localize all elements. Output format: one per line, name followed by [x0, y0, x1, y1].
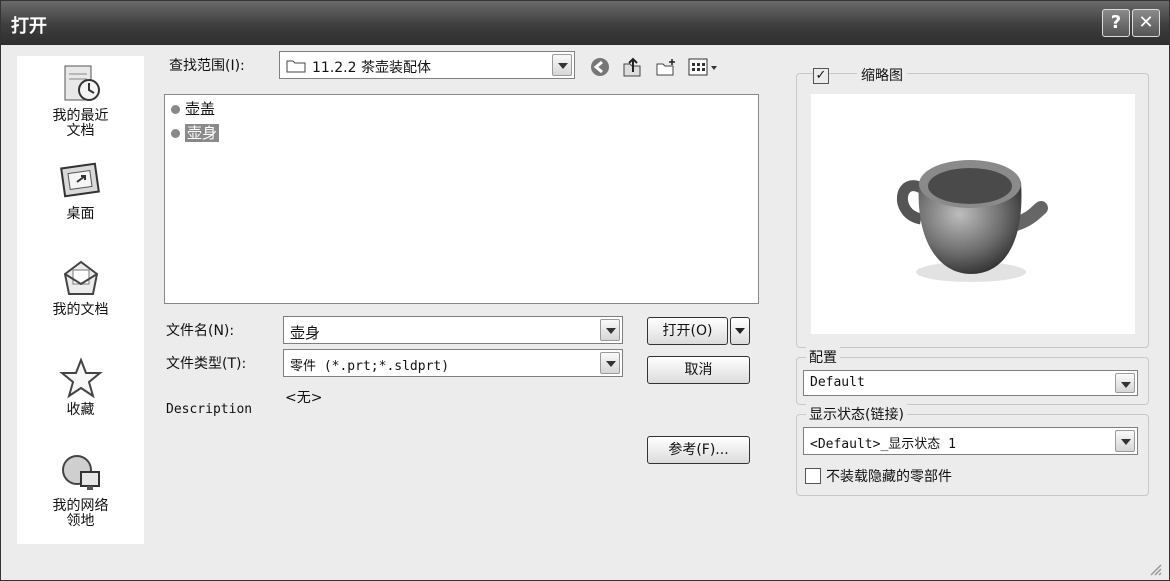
- lookin-value: 11.2.2 茶壶装配体: [312, 60, 431, 76]
- hidden-components-label: 不装载隐藏的零部件: [826, 469, 952, 485]
- folder-icon: [286, 60, 306, 73]
- new-folder-icon[interactable]: [655, 56, 677, 78]
- thumbnail-preview: [811, 94, 1135, 334]
- thumbnail-label: 缩略图: [857, 65, 907, 85]
- network-places-icon: [61, 455, 100, 490]
- filetype-value: 零件 (*.prt;*.sldprt): [290, 359, 450, 374]
- place-network[interactable]: 我的网络 领地: [17, 452, 144, 529]
- filetype-label: 文件类型(T):: [166, 356, 247, 372]
- help-button[interactable]: ?: [1102, 9, 1130, 37]
- teapot-preview-image: [897, 160, 1048, 282]
- chevron-down-icon[interactable]: [600, 352, 620, 374]
- recent-documents-icon: [64, 65, 100, 101]
- place-my-documents-label: 我的文档: [52, 302, 109, 318]
- part-file-icon: [171, 105, 180, 114]
- desktop-icon: [59, 162, 100, 198]
- window-title: 打开: [11, 16, 47, 37]
- place-desktop[interactable]: 桌面: [17, 160, 144, 222]
- list-item[interactable]: 壶盖: [171, 99, 215, 119]
- file-list[interactable]: 壶盖 壶身: [164, 94, 759, 304]
- hidden-components-checkbox[interactable]: [805, 468, 821, 484]
- my-documents-icon: [63, 260, 98, 295]
- file-name: 壶身: [185, 124, 220, 142]
- place-recent-label-1: 我的最近: [52, 108, 109, 124]
- config-label: 配置: [806, 347, 840, 367]
- title-bar[interactable]: 打开 ? ✕: [1, 1, 1169, 45]
- filetype-select[interactable]: 零件 (*.prt;*.sldprt): [283, 349, 623, 377]
- open-options-button[interactable]: [730, 317, 750, 345]
- chevron-down-icon[interactable]: [1115, 373, 1135, 393]
- filename-value: 壶身: [290, 324, 321, 342]
- chevron-down-icon[interactable]: [552, 54, 572, 76]
- lookin-select[interactable]: 11.2.2 茶壶装配体: [279, 51, 575, 79]
- cancel-button[interactable]: 取消: [647, 356, 750, 384]
- favorites-star-icon: [58, 357, 103, 399]
- filename-label: 文件名(N):: [166, 323, 235, 339]
- resize-grip-icon[interactable]: [1147, 561, 1163, 577]
- place-favorites-label: 收藏: [66, 402, 95, 418]
- display-state-value: <Default>_显示状态 1: [810, 437, 956, 452]
- chevron-down-icon[interactable]: [600, 319, 620, 341]
- lookin-label: 查找范围(I):: [169, 58, 245, 74]
- filename-input[interactable]: 壶身: [283, 316, 623, 344]
- up-folder-icon[interactable]: [621, 56, 643, 78]
- description-value: <无>: [285, 390, 323, 406]
- list-item-selected[interactable]: 壶身: [171, 123, 220, 143]
- config-select[interactable]: Default: [803, 370, 1138, 396]
- back-icon[interactable]: [589, 56, 611, 78]
- place-network-label-2: 领地: [66, 513, 95, 529]
- place-desktop-label: 桌面: [66, 206, 95, 222]
- chevron-down-icon[interactable]: [1115, 430, 1135, 452]
- description-label: Description: [166, 402, 253, 417]
- open-button[interactable]: 打开(O): [647, 317, 728, 345]
- file-name: 壶盖: [185, 100, 216, 118]
- place-recent[interactable]: 我的最近 文档: [17, 62, 144, 139]
- close-button[interactable]: ✕: [1132, 9, 1160, 37]
- thumbnail-checkbox[interactable]: ✓: [813, 68, 829, 84]
- place-recent-label-2: 文档: [66, 123, 95, 139]
- place-favorites[interactable]: 收藏: [17, 356, 144, 418]
- chevron-down-icon: [735, 328, 745, 334]
- place-network-label-1: 我的网络: [52, 498, 109, 514]
- places-bar: 我的最近 文档 桌面 我的文档 收藏 我的网络 领地: [17, 56, 144, 544]
- references-button[interactable]: 参考(F)...: [647, 436, 750, 464]
- view-menu-icon[interactable]: [687, 56, 721, 78]
- config-value: Default: [810, 375, 865, 390]
- part-file-icon: [171, 129, 180, 138]
- open-button-label: 打开(O): [662, 323, 713, 339]
- display-state-select[interactable]: <Default>_显示状态 1: [803, 427, 1138, 455]
- place-my-documents[interactable]: 我的文档: [17, 256, 144, 318]
- open-dialog: 打开 ? ✕ 我的最近 文档 桌面 我的文档 收藏 我的网络 领地 查找范围(I…: [0, 0, 1170, 581]
- display-state-label: 显示状态(链接): [806, 404, 907, 424]
